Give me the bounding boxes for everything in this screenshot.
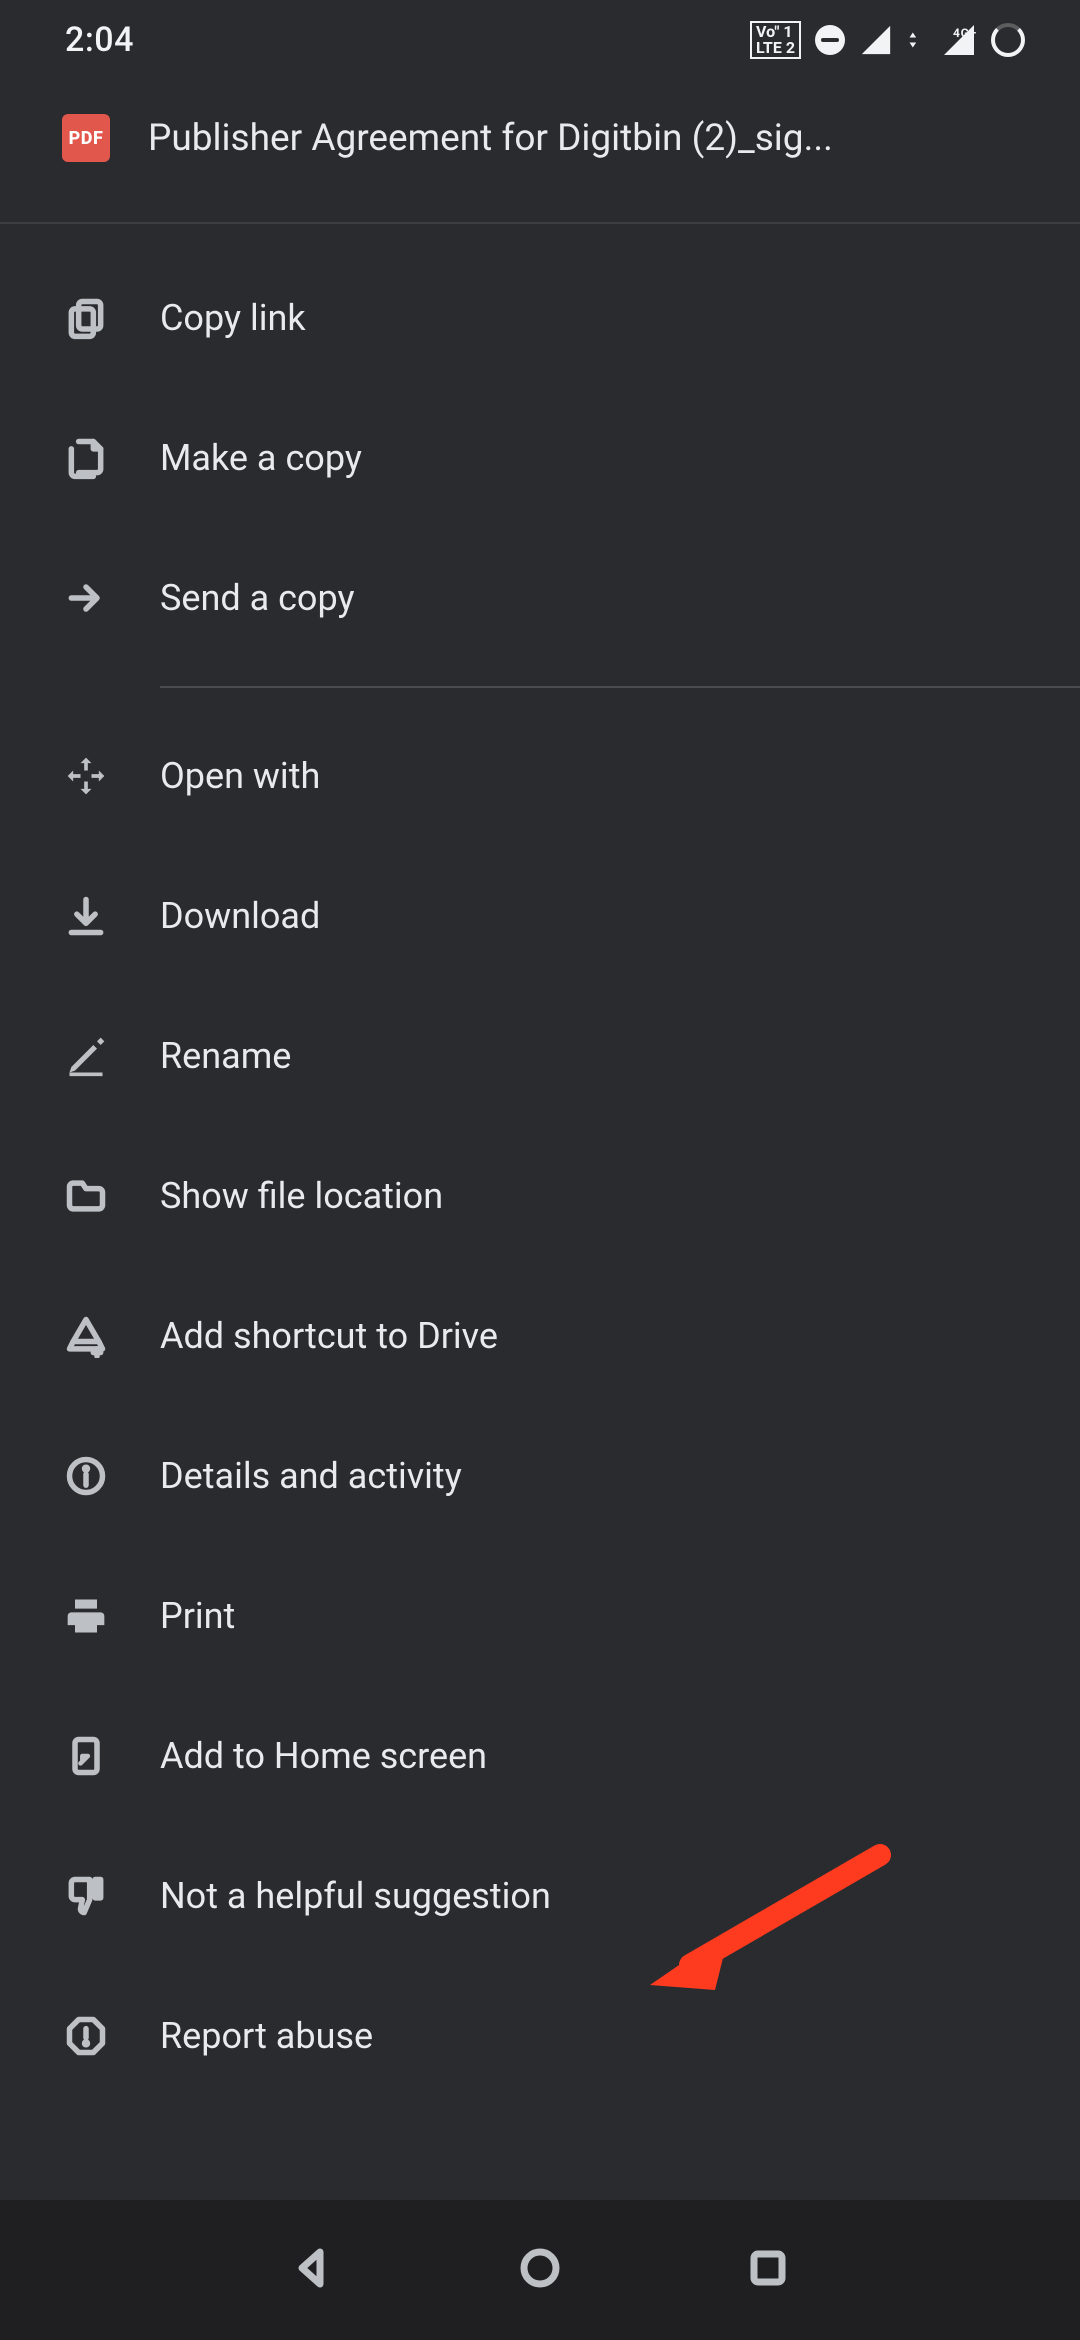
data-arrows-icon <box>907 26 927 54</box>
menu-label: Rename <box>160 1035 291 1077</box>
menu-label: Download <box>160 895 320 937</box>
signal-icon <box>859 23 893 57</box>
system-nav-bar <box>0 2200 1080 2340</box>
menu-label: Add shortcut to Drive <box>160 1315 498 1357</box>
menu-label: Report abuse <box>160 2015 373 2057</box>
svg-text:4G+: 4G+ <box>953 26 977 40</box>
menu-item-open-with[interactable]: Open with <box>0 706 1080 846</box>
drive-shortcut-icon <box>62 1312 110 1360</box>
menu-divider <box>160 686 1080 688</box>
menu-item-download[interactable]: Download <box>0 846 1080 986</box>
menu-item-print[interactable]: Print <box>0 1546 1080 1686</box>
send-arrow-icon <box>62 574 110 622</box>
signal-4g-icon: 4G+ <box>941 22 977 58</box>
menu-item-copy-link[interactable]: Copy link <box>0 248 1080 388</box>
menu-item-report-abuse[interactable]: Report abuse <box>0 1966 1080 2106</box>
menu-item-not-helpful[interactable]: Not a helpful suggestion <box>0 1826 1080 1966</box>
menu-label: Show file location <box>160 1175 443 1217</box>
menu-item-add-shortcut[interactable]: Add shortcut to Drive <box>0 1266 1080 1406</box>
report-icon <box>62 2012 110 2060</box>
do-not-disturb-icon <box>815 25 845 55</box>
volte-icon: Vo″ 1LTE 2 <box>750 21 801 59</box>
menu-label: Make a copy <box>160 437 362 479</box>
file-header: PDF Publisher Agreement for Digitbin (2)… <box>0 80 1080 222</box>
link-copy-icon <box>62 294 110 342</box>
menu-item-add-home[interactable]: Add to Home screen <box>0 1686 1080 1826</box>
status-time: 2:04 <box>65 20 134 60</box>
menu-label: Add to Home screen <box>160 1735 487 1777</box>
menu-item-details[interactable]: Details and activity <box>0 1406 1080 1546</box>
action-menu: Copy link Make a copy Send a copy Open w… <box>0 224 1080 2142</box>
menu-item-send-copy[interactable]: Send a copy <box>0 528 1080 668</box>
thumbs-down-icon <box>62 1872 110 1920</box>
menu-label: Open with <box>160 755 320 797</box>
open-with-icon <box>62 752 110 800</box>
nav-home-button[interactable] <box>516 2244 564 2296</box>
loading-spinner-icon <box>991 23 1025 57</box>
menu-label: Copy link <box>160 297 306 339</box>
print-icon <box>62 1592 110 1640</box>
status-bar: 2:04 Vo″ 1LTE 2 4G+ <box>0 0 1080 80</box>
nav-back-button[interactable] <box>288 2244 336 2296</box>
menu-item-rename[interactable]: Rename <box>0 986 1080 1126</box>
file-title: Publisher Agreement for Digitbin (2)_sig… <box>148 117 833 160</box>
menu-item-show-location[interactable]: Show file location <box>0 1126 1080 1266</box>
add-home-icon <box>62 1732 110 1780</box>
menu-label: Print <box>160 1595 235 1637</box>
folder-icon <box>62 1172 110 1220</box>
rename-pencil-icon <box>62 1032 110 1080</box>
menu-label: Send a copy <box>160 577 355 619</box>
nav-recent-button[interactable] <box>744 2244 792 2296</box>
pdf-badge-icon: PDF <box>62 114 110 162</box>
menu-item-make-copy[interactable]: Make a copy <box>0 388 1080 528</box>
menu-label: Details and activity <box>160 1455 462 1497</box>
file-copy-icon <box>62 434 110 482</box>
download-icon <box>62 892 110 940</box>
menu-label: Not a helpful suggestion <box>160 1875 551 1917</box>
info-icon <box>62 1452 110 1500</box>
status-icons: Vo″ 1LTE 2 4G+ <box>750 21 1025 59</box>
